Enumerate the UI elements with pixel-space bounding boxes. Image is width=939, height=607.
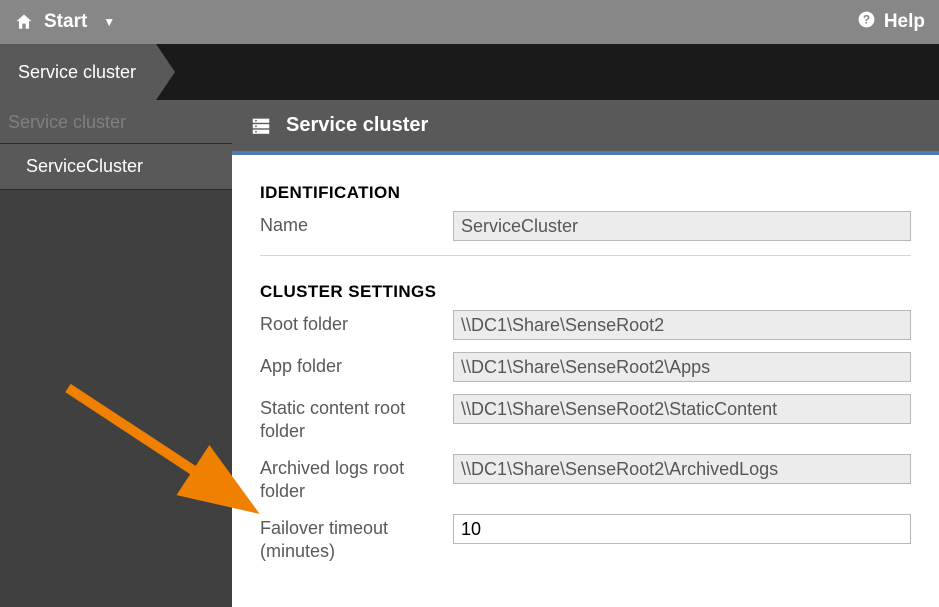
label-root-folder: Root folder: [260, 310, 453, 336]
label-app-folder: App folder: [260, 352, 453, 378]
main-panel: Service cluster IDENTIFICATION Name CLUS…: [232, 100, 939, 607]
form: IDENTIFICATION Name CLUSTER SETTINGS Roo…: [232, 155, 939, 602]
input-static-content-root-folder[interactable]: [453, 394, 911, 424]
help-label: Help: [884, 11, 925, 33]
start-label: Start: [44, 11, 87, 33]
label-name: Name: [260, 211, 453, 237]
tab-bar: Service cluster: [0, 44, 939, 100]
main-header: Service cluster: [232, 100, 939, 155]
input-root-folder[interactable]: [453, 310, 911, 340]
help-icon: ?: [857, 10, 876, 34]
label-static-content-root-folder: Static content root folder: [260, 394, 453, 442]
label-failover-timeout: Failover timeout (minutes): [260, 514, 453, 562]
input-failover-timeout[interactable]: [453, 514, 911, 544]
input-archived-logs-root-folder[interactable]: [453, 454, 911, 484]
help-button[interactable]: ? Help: [857, 10, 925, 34]
label-archived-logs-root-folder: Archived logs root folder: [260, 454, 453, 502]
sidebar-item-label: ServiceCluster: [26, 156, 143, 176]
sidebar-header: Service cluster: [0, 100, 232, 144]
tab-label: Service cluster: [18, 62, 136, 83]
input-app-folder[interactable]: [453, 352, 911, 382]
section-cluster-settings: CLUSTER SETTINGS: [260, 282, 911, 302]
section-identification: IDENTIFICATION: [260, 183, 911, 203]
sidebar-item-servicecluster[interactable]: ServiceCluster: [0, 144, 232, 190]
chevron-down-icon: ▼: [103, 15, 115, 29]
server-icon: [250, 115, 272, 137]
divider: [260, 255, 911, 256]
sidebar: Service cluster ServiceCluster: [0, 100, 232, 607]
input-name[interactable]: [453, 211, 911, 241]
svg-text:?: ?: [863, 12, 870, 26]
tab-service-cluster[interactable]: Service cluster: [0, 44, 156, 100]
top-bar: Start ▼ ? Help: [0, 0, 939, 44]
start-menu[interactable]: Start ▼: [14, 11, 115, 33]
page-title: Service cluster: [286, 114, 428, 137]
home-icon: [14, 12, 34, 32]
